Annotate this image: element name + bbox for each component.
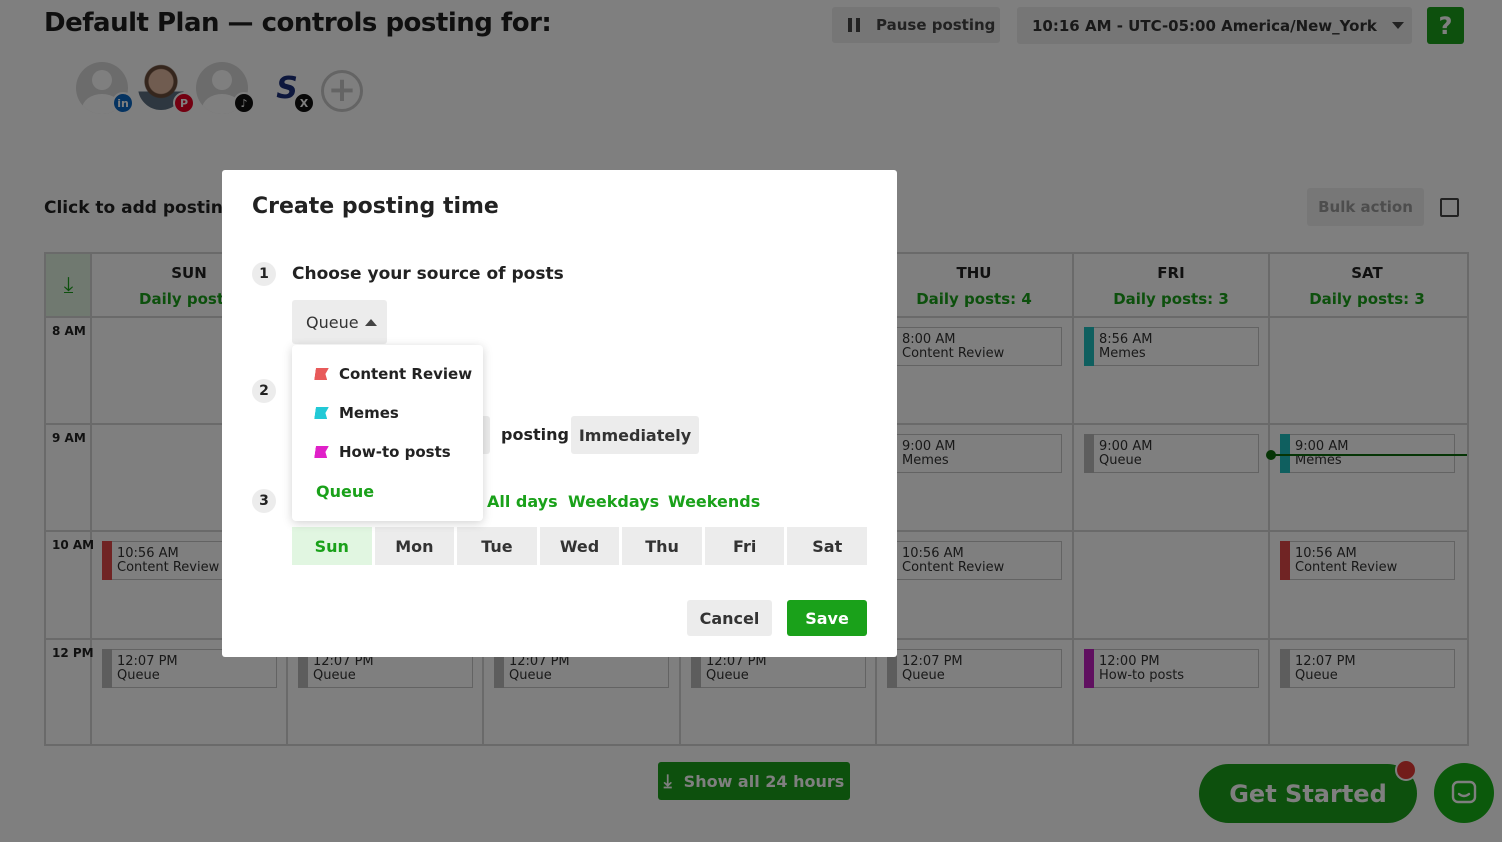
day-thu-toggle[interactable]: Thu (622, 527, 702, 565)
day-mon-toggle[interactable]: Mon (374, 527, 455, 565)
source-option-memes[interactable]: Memes (314, 402, 399, 424)
tag-icon (314, 366, 330, 382)
save-button[interactable]: Save (787, 600, 867, 636)
weekends-link[interactable]: Weekends (668, 492, 760, 511)
day-picker: Sun Mon Tue Wed Thu Fri Sat (292, 527, 868, 565)
source-option-queue[interactable]: Queue (316, 480, 374, 502)
source-option-label: Memes (339, 404, 399, 422)
day-tue-toggle[interactable]: Tue (457, 527, 537, 565)
dialog-title: Create posting time (252, 194, 499, 219)
day-sat-toggle[interactable]: Sat (787, 527, 868, 565)
source-option-how-to-posts[interactable]: How-to posts (314, 441, 451, 463)
source-dropdown-menu: Content Review Memes How-to posts Queue (292, 345, 483, 521)
posting-label: posting (501, 425, 569, 444)
day-fri-toggle[interactable]: Fri (704, 527, 785, 565)
source-select[interactable]: Queue (292, 300, 387, 344)
source-option-label: How-to posts (339, 443, 451, 461)
day-wed-toggle[interactable]: Wed (539, 527, 620, 565)
tag-icon (314, 444, 330, 460)
day-sun-toggle[interactable]: Sun (292, 527, 372, 565)
cancel-button[interactable]: Cancel (687, 600, 772, 636)
step-1-label: Choose your source of posts (292, 264, 564, 284)
step-1-number: 1 (252, 262, 276, 286)
source-option-content-review[interactable]: Content Review (314, 363, 472, 385)
source-option-label: Content Review (339, 365, 473, 383)
immediately-button[interactable]: Immediately (571, 416, 699, 454)
step-3-number: 3 (252, 489, 276, 513)
chevron-up-icon (365, 319, 377, 326)
tag-icon (314, 405, 330, 421)
all-days-link[interactable]: All days (487, 492, 558, 511)
step-2-number: 2 (252, 379, 276, 403)
source-value: Queue (306, 312, 359, 332)
weekdays-link[interactable]: Weekdays (568, 492, 659, 511)
